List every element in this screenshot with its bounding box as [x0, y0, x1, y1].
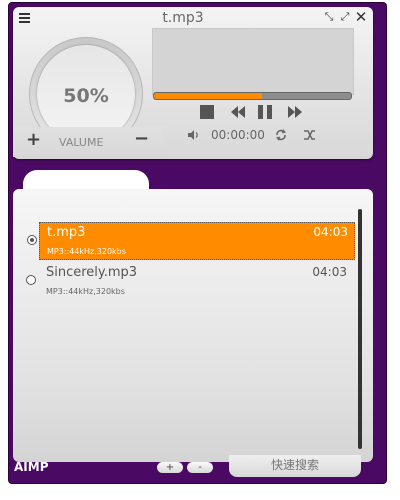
playlist-item-duration: 04:03: [313, 225, 348, 239]
add-track-button[interactable]: +: [157, 462, 183, 473]
rewind-icon[interactable]: [230, 104, 246, 120]
shuffle-icon[interactable]: [303, 129, 316, 141]
time-display: 00:00:00: [211, 128, 265, 142]
playlist-item-format: MP3::44kHz,320kbs: [47, 247, 126, 256]
visualization-area: [152, 28, 354, 95]
volume-percent: 50%: [63, 85, 109, 107]
speaker-icon[interactable]: [187, 129, 199, 141]
playlist-item[interactable]: t.mp3MP3::44kHz,320kbs 04:03: [27, 222, 355, 260]
remove-track-button[interactable]: -: [187, 462, 213, 473]
quick-search-field[interactable]: 快速搜索: [229, 455, 361, 477]
restore-icon[interactable]: ⤢: [338, 11, 352, 23]
window-title: t.mp3: [162, 10, 204, 26]
volume-up-button[interactable]: +: [26, 129, 41, 150]
playlist-scrollbar[interactable]: [358, 209, 362, 449]
desktop-background: [0, 0, 8, 500]
playlist-item-duration: 04:03: [312, 265, 347, 279]
bottom-bar: AIMP + - 快速搜索: [9, 455, 385, 482]
minimize-icon[interactable]: ⤡: [322, 11, 336, 23]
menu-icon[interactable]: [19, 13, 30, 23]
playlist-panel: t.mp3 MP3::44kHz,320kbs 04:03 Sincerely.mp3…: [13, 189, 373, 462]
volume-label: VALUME: [59, 136, 104, 149]
volume-down-button[interactable]: −: [134, 128, 149, 149]
seek-bar[interactable]: [153, 92, 352, 100]
close-icon[interactable]: ✕: [354, 10, 368, 25]
repeat-icon[interactable]: [274, 128, 288, 142]
stop-icon[interactable]: [199, 104, 215, 120]
pause-icon[interactable]: [257, 104, 273, 120]
player-panel: t.mp3 ⤡ ⤢ ✕ 50% + VALUME − 00:00:00: [13, 7, 373, 159]
playlist-item-title: Sincerely.mp3: [46, 265, 138, 280]
forward-icon[interactable]: [287, 104, 303, 120]
app-name: AIMP: [14, 460, 49, 474]
playlist-item-radio[interactable]: [26, 275, 36, 285]
seek-bar-fill: [154, 93, 263, 99]
playlist-item-title: t.mp3: [47, 225, 86, 240]
playlist-item-format: MP3::44kHz,320kbs: [46, 287, 125, 296]
playlist-item-radio[interactable]: [27, 235, 37, 245]
playlist-item[interactable]: Sincerely.mp3MP3::44kHz,320kbs 04:03: [26, 263, 353, 299]
